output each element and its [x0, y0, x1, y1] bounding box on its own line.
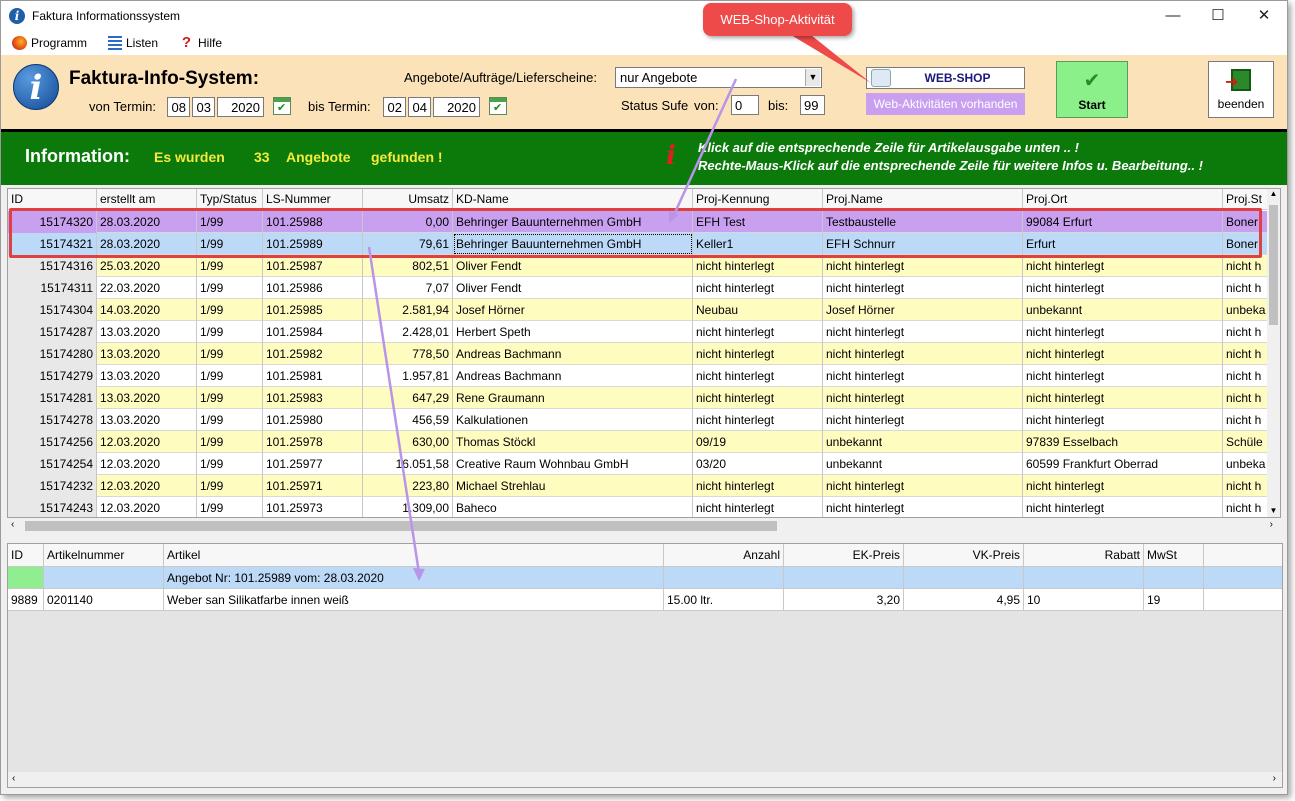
- webshop-callout: WEB-Shop-Aktivität: [703, 3, 852, 36]
- annotation-arrows: [367, 35, 871, 581]
- app-window: i Faktura Informationssystem — ☐ ✕ Progr…: [0, 0, 1288, 795]
- article-arrow: [367, 246, 421, 574]
- webshop-arrow: [671, 78, 738, 218]
- callout-pointer: [791, 35, 871, 83]
- article-arrowhead: [413, 568, 425, 581]
